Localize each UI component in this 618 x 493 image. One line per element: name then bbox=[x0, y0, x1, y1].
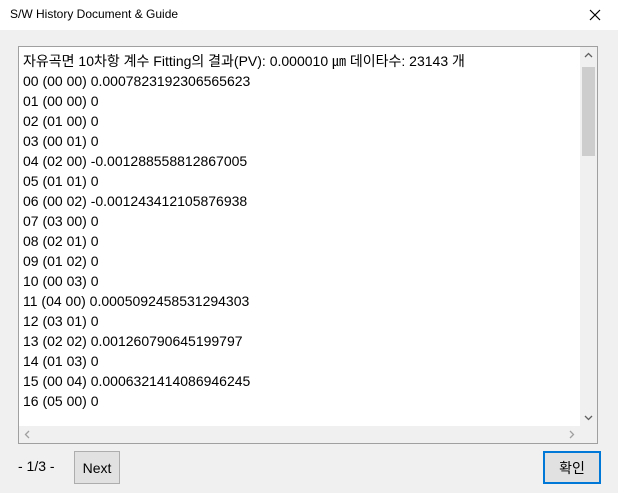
scroll-left-button[interactable] bbox=[19, 426, 36, 443]
coefficient-line: 12 (03 01) 0 bbox=[23, 313, 99, 329]
ok-button[interactable]: 확인 bbox=[543, 451, 601, 484]
history-text-box[interactable]: 자유곡면 10차항 계수 Fitting의 결과(PV): 0.000010 ㎛… bbox=[18, 46, 598, 444]
close-button[interactable] bbox=[572, 0, 618, 30]
close-icon bbox=[589, 9, 601, 21]
chevron-up-icon bbox=[584, 52, 593, 58]
horizontal-scrollbar[interactable] bbox=[19, 426, 580, 443]
chevron-left-icon bbox=[24, 430, 30, 439]
coefficient-line: 15 (00 04) 0.0006321414086946245 bbox=[23, 373, 251, 389]
title-bar: S/W History Document & Guide bbox=[0, 0, 618, 30]
coefficient-line: 09 (01 02) 0 bbox=[23, 253, 99, 269]
chevron-down-icon bbox=[584, 415, 593, 421]
chevron-right-icon bbox=[569, 430, 575, 439]
scrollbar-corner bbox=[580, 426, 597, 443]
coefficient-line: 06 (00 02) -0.001243412105876938 bbox=[23, 193, 248, 209]
coefficient-line: 11 (04 00) 0.0005092458531294303 bbox=[23, 293, 250, 309]
coefficient-line: 00 (00 00) 0.0007823192306565623 bbox=[23, 73, 251, 89]
coefficient-line: 03 (00 01) 0 bbox=[23, 133, 99, 149]
coefficient-line: 04 (02 00) -0.001288558812867005 bbox=[23, 153, 248, 169]
result-line: 자유곡면 10차항 계수 Fitting의 결과(PV): 0.000010 ㎛… bbox=[23, 53, 465, 69]
coefficient-line: 02 (01 00) 0 bbox=[23, 113, 99, 129]
coefficient-line: 07 (03 00) 0 bbox=[23, 213, 99, 229]
history-content: 자유곡면 10차항 계수 Fitting의 결과(PV): 0.000010 ㎛… bbox=[23, 51, 579, 425]
window-title: S/W History Document & Guide bbox=[10, 7, 179, 21]
coefficient-line: 08 (02 01) 0 bbox=[23, 233, 99, 249]
coefficient-line: 01 (00 00) 0 bbox=[23, 93, 99, 109]
next-button[interactable]: Next bbox=[74, 451, 120, 484]
coefficient-line: 13 (02 02) 0.001260790645199797 bbox=[23, 333, 243, 349]
scroll-up-button[interactable] bbox=[580, 47, 597, 64]
coefficient-line: 10 (00 03) 0 bbox=[23, 273, 99, 289]
vertical-scrollbar[interactable] bbox=[580, 47, 597, 426]
page-indicator: - 1/3 - bbox=[18, 458, 55, 474]
coefficient-line: 16 (05 00) 0 bbox=[23, 393, 99, 409]
coefficient-line: 14 (01 03) 0 bbox=[23, 353, 99, 369]
scroll-right-button[interactable] bbox=[563, 426, 580, 443]
scroll-down-button[interactable] bbox=[580, 409, 597, 426]
coefficient-line: 05 (01 01) 0 bbox=[23, 173, 99, 189]
vertical-scroll-thumb[interactable] bbox=[582, 67, 595, 156]
